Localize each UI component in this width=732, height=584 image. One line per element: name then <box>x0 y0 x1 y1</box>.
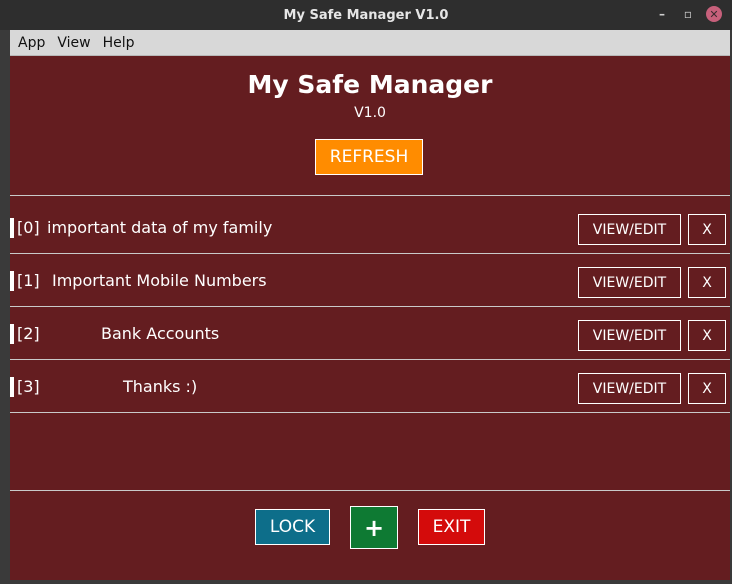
entry-label: Bank Accounts <box>101 324 220 343</box>
refresh-button[interactable]: REFRESH <box>315 139 423 175</box>
view-edit-button[interactable]: VIEW/EDIT <box>578 320 681 351</box>
lock-button[interactable]: LOCK <box>255 509 330 545</box>
app-title: My Safe Manager <box>247 70 493 99</box>
entry-label: important data of my family <box>47 218 273 237</box>
entry-index: [0] <box>17 218 40 237</box>
delete-button[interactable]: X <box>688 320 726 351</box>
main-panel: My Safe Manager V1.0 REFRESH [0] importa… <box>10 56 730 580</box>
row-marker <box>10 218 14 238</box>
restore-icon[interactable]: ▫ <box>680 6 696 22</box>
menu-help[interactable]: Help <box>97 35 141 51</box>
entry-row-2: [2] Bank Accounts VIEW/EDIT X <box>10 306 730 358</box>
close-icon[interactable]: ✕ <box>706 6 722 22</box>
entry-row-3: [3] Thanks :) VIEW/EDIT X <box>10 359 730 411</box>
entry-row-0: [0] important data of my family VIEW/EDI… <box>10 200 730 252</box>
minimize-icon[interactable]: – <box>654 6 670 22</box>
entry-label: Important Mobile Numbers <box>52 271 267 290</box>
delete-button[interactable]: X <box>688 373 726 404</box>
divider <box>10 412 730 413</box>
row-marker <box>10 271 14 291</box>
window-controls: – ▫ ✕ <box>654 6 722 22</box>
window-titlebar: My Safe Manager V1.0 – ▫ ✕ <box>0 0 732 30</box>
entry-index: [2] <box>17 324 40 343</box>
view-edit-button[interactable]: VIEW/EDIT <box>578 373 681 404</box>
footer-divider <box>10 490 730 491</box>
exit-button[interactable]: EXIT <box>418 509 485 545</box>
entry-label: Thanks :) <box>123 377 198 396</box>
menu-view[interactable]: View <box>51 35 96 51</box>
menu-bar: App View Help <box>10 30 730 56</box>
add-entry-button[interactable]: + <box>350 506 398 549</box>
divider <box>10 195 730 196</box>
entry-row-1: [1] Important Mobile Numbers VIEW/EDIT X <box>10 253 730 305</box>
row-marker <box>10 324 14 344</box>
delete-button[interactable]: X <box>688 214 726 245</box>
delete-button[interactable]: X <box>688 267 726 298</box>
window-title: My Safe Manager V1.0 <box>283 7 449 23</box>
app-version: V1.0 <box>354 105 386 121</box>
menu-app[interactable]: App <box>12 35 51 51</box>
row-marker <box>10 377 14 397</box>
view-edit-button[interactable]: VIEW/EDIT <box>578 214 681 245</box>
entry-index: [3] <box>17 377 40 396</box>
entry-index: [1] <box>17 271 40 290</box>
view-edit-button[interactable]: VIEW/EDIT <box>578 267 681 298</box>
